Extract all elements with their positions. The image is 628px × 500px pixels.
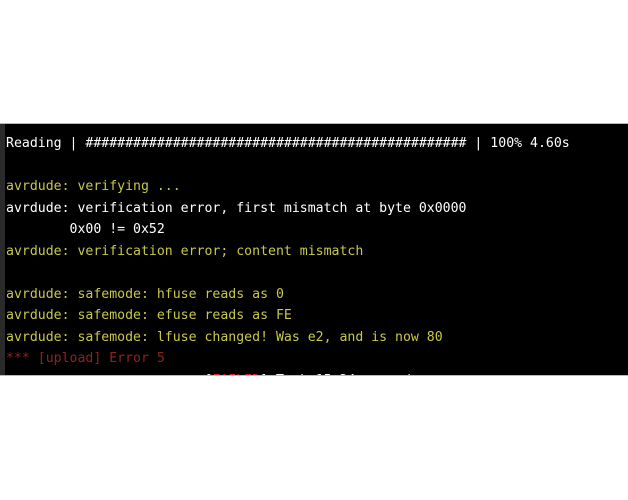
console-status-line: ======================== [FAILED] Took 1… xyxy=(6,370,628,376)
status-space-3 xyxy=(419,373,427,376)
console-output-area[interactable]: Reading | ##############################… xyxy=(5,124,628,375)
console-line-mismatch-values: 0x00 != 0x52 xyxy=(6,222,165,237)
console-line-safemode-efuse: avrdude: safemode: efuse reads as FE xyxy=(6,308,292,323)
console-line-upload-error: *** [upload] Error 5 xyxy=(6,351,165,366)
console-line-reading-progress: Reading | ##############################… xyxy=(6,136,570,151)
status-rule-left: ======================== xyxy=(6,373,197,376)
status-space-2 xyxy=(268,373,276,376)
status-bracket-close: ] xyxy=(260,373,268,376)
console-line-safemode-lfuse: avrdude: safemode: lfuse changed! Was e2… xyxy=(6,329,443,345)
console-line-content-mismatch: avrdude: verification error; content mis… xyxy=(6,243,364,259)
status-rule-right: ========================= xyxy=(427,373,626,376)
console-line-avrdude-verifying: avrdude: verifying ... xyxy=(6,179,181,194)
build-console-panel[interactable]: Reading | ##############################… xyxy=(0,123,628,376)
status-duration-text: Took 15.24 seconds xyxy=(276,373,419,376)
status-badge: FAILED xyxy=(212,373,260,376)
status-space-1 xyxy=(197,373,205,376)
console-line-verification-error-byte: avrdude: verification error, first misma… xyxy=(6,200,467,216)
console-line-safemode-hfuse: avrdude: safemode: hfuse reads as 0 xyxy=(6,286,284,302)
screenshot-root: Reading | ##############################… xyxy=(0,0,628,500)
